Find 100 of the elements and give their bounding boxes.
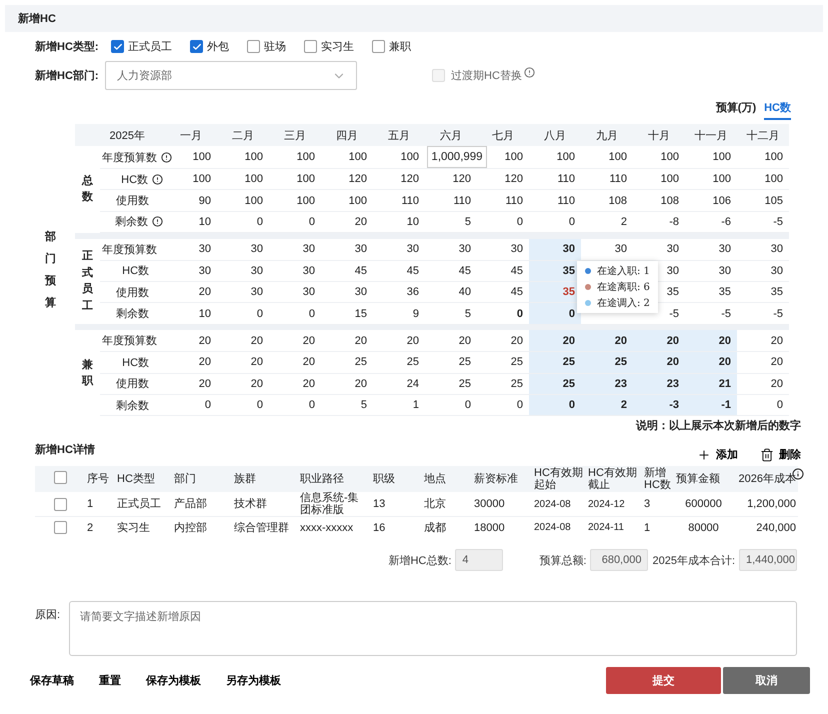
add-button[interactable]: 添加 — [697, 447, 738, 462]
table-cell: 20 — [529, 330, 582, 352]
checkbox[interactable] — [54, 521, 66, 534]
table-cell: 25 — [581, 352, 634, 374]
table-cell: 120 — [321, 168, 374, 190]
table-cell: 100 — [529, 146, 582, 168]
table-cell: 30 — [321, 238, 374, 260]
table-cell: 108 — [581, 190, 634, 212]
row-label: 年度预算数 — [102, 244, 157, 256]
department-select[interactable]: 人力资源部 — [105, 61, 357, 90]
table-cell: 综合管理群 — [232, 516, 298, 539]
column-header: 七月 — [477, 124, 530, 146]
info-icon — [152, 174, 164, 185]
total-field: 1,440,000 — [739, 549, 797, 572]
column-header: 三月 — [269, 124, 322, 146]
table-cell: 20 — [373, 330, 426, 352]
table-cell: 100 — [737, 146, 790, 168]
table-cell: 5 — [425, 302, 478, 324]
option-label: 外包 — [207, 40, 229, 54]
table-cell: 30 — [165, 238, 218, 260]
table-cell: 100 — [321, 146, 374, 168]
table-cell: 18000 — [472, 516, 532, 539]
row-label: HC数 — [122, 356, 150, 369]
table-cell: 成都 — [422, 516, 472, 539]
trash-icon — [760, 448, 774, 462]
total-field: 680,000 — [590, 549, 648, 572]
note-text: 说明：以上展示本次新增后的数字 — [636, 418, 801, 434]
table-cell: 1,200,000 — [733, 492, 798, 517]
table-cell: 30 — [269, 238, 322, 260]
link-button[interactable]: 保存草稿 — [30, 673, 74, 688]
column-header: 十一月 — [685, 124, 738, 146]
table-cell: 21 — [685, 373, 738, 394]
table-cell: 110 — [425, 190, 478, 212]
cancel-button[interactable]: 取消 — [723, 667, 810, 694]
submit-button[interactable]: 提交 — [606, 667, 721, 694]
column-header: 2025年 — [75, 124, 166, 146]
checkbox[interactable] — [247, 40, 260, 53]
table-cell: 100 — [321, 190, 374, 212]
table-cell: 内控部 — [172, 516, 232, 539]
section-title: 新增HC详情 — [35, 442, 95, 458]
field-label: 新增HC类型: — [35, 40, 100, 54]
link-button[interactable]: 另存为模板 — [226, 673, 281, 688]
table-cell: 40 — [425, 281, 478, 303]
table-cell: 30 — [217, 260, 270, 282]
table-cell: 110 — [477, 190, 530, 212]
table-cell: 30 — [321, 281, 374, 303]
column-header: 族群 — [234, 473, 256, 486]
table-cell: 20 — [737, 373, 790, 394]
table-cell: 20 — [425, 330, 478, 352]
view-tab[interactable]: 预算(万) — [716, 98, 756, 120]
column-header: 十月 — [633, 124, 686, 146]
table-cell: 25 — [425, 352, 478, 374]
reason-field[interactable]: 请简要文字描述新增原因 — [69, 601, 797, 656]
table-cell: 30 — [269, 281, 322, 303]
table-cell: 0 — [737, 394, 790, 416]
table-cell: 100 — [217, 146, 270, 168]
table-cell: 2 — [85, 516, 115, 539]
table-cell: -5 — [737, 302, 790, 324]
delete-button[interactable]: 删除 — [760, 447, 801, 462]
table-cell: 10 — [165, 302, 218, 324]
table-cell: 45 — [321, 260, 374, 282]
table-cell: 30 — [737, 260, 790, 282]
view-tab[interactable]: HC数 — [764, 98, 791, 120]
link-button[interactable]: 保存为模板 — [146, 673, 201, 688]
table-cell: 20 — [737, 330, 790, 352]
column-header: 职级 — [373, 473, 395, 486]
table-cell: -1 — [685, 394, 738, 416]
table-cell: 2 — [581, 394, 634, 416]
table-cell: 100 — [373, 146, 426, 168]
column-header: 五月 — [373, 124, 426, 146]
table-cell: 20 — [321, 373, 374, 394]
total-label: 新增HC总数: — [388, 554, 452, 568]
budget-input-field[interactable]: 1,000,999 — [427, 146, 488, 168]
checkbox[interactable] — [190, 40, 203, 53]
table-cell: 35 — [685, 281, 738, 303]
total-label: 预算总额: — [539, 554, 586, 568]
table-cell: xxxx-xxxxx — [298, 516, 371, 539]
table-cell: -5 — [685, 302, 738, 324]
checkbox[interactable] — [54, 498, 66, 511]
table-cell: 80000 — [674, 516, 733, 539]
table-cell: 110 — [529, 168, 582, 190]
checkbox[interactable] — [54, 471, 66, 484]
table-cell: 20 — [581, 330, 634, 352]
table-cell: 30 — [217, 238, 270, 260]
table-cell: 36 — [373, 281, 426, 303]
link-button[interactable]: 重置 — [99, 673, 121, 688]
group-label: 正式员工 — [82, 249, 93, 314]
table-cell: 30 — [269, 260, 322, 282]
table-cell: 110 — [373, 190, 426, 212]
table-cell: 20 — [685, 352, 738, 374]
checkbox[interactable] — [372, 40, 385, 53]
checkbox[interactable] — [111, 40, 124, 53]
table-cell: 25 — [373, 352, 426, 374]
checkbox[interactable] — [304, 40, 317, 53]
table-cell: 20 — [633, 352, 686, 374]
table-cell: 120 — [477, 168, 530, 190]
row-label: 使用数 — [116, 195, 150, 208]
table-cell: 9 — [373, 302, 426, 324]
table-cell: 20 — [217, 352, 270, 374]
table-cell: 100 — [217, 190, 270, 212]
